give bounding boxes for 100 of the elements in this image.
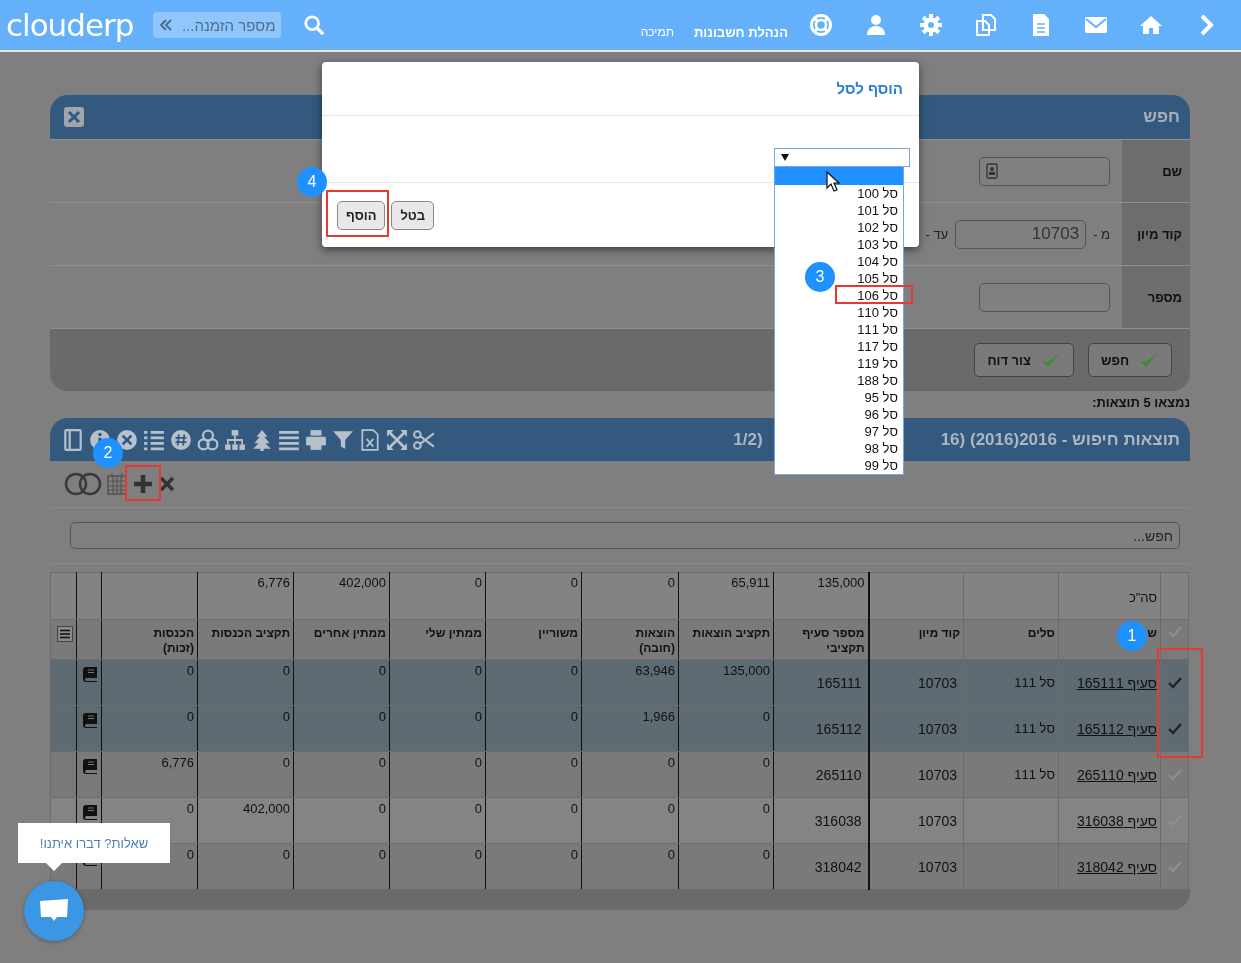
table-cell: 135,000 — [723, 663, 770, 678]
table-cell: 0 — [474, 755, 482, 770]
column-header: ש — [1147, 626, 1157, 640]
total-value: 0 — [667, 575, 675, 590]
chat-tooltip[interactable]: שאלות? דברו איתנו! — [18, 823, 170, 863]
table-cell: 10703 — [918, 674, 957, 691]
dropdown-option[interactable]: סל 105 — [857, 271, 898, 286]
column-header: מספר סעיף תקציבי — [802, 626, 865, 655]
table-cell: 0 — [282, 755, 290, 770]
dropdown-option[interactable]: סל 96 — [864, 407, 898, 422]
field-label: שם — [1122, 140, 1190, 202]
dropdown-option[interactable]: סל 98 — [864, 441, 898, 456]
action-button[interactable]: חפש — [1087, 343, 1172, 377]
field-label: קוד מיון — [1122, 203, 1190, 265]
dialog-button[interactable]: בטל — [391, 200, 435, 230]
table-cell: 0 — [762, 709, 770, 724]
column-header: הכנסות (זכות) — [153, 626, 194, 655]
dropdown-option[interactable]: סל 100 — [857, 186, 898, 201]
table-cell: 10703 — [918, 858, 957, 875]
totals-label: סה"כ — [1128, 589, 1157, 605]
table-cell: 0 — [186, 663, 194, 678]
column-header: ממתין שלי — [425, 626, 482, 640]
table-cell: 402,000 — [243, 801, 290, 816]
table-cell: 0 — [570, 709, 578, 724]
table-cell: 0 — [378, 663, 386, 678]
table-cell: 0 — [762, 847, 770, 862]
panel-title: תוצאות חיפוש - 2016(2016) (16 — [940, 429, 1180, 450]
dropdown-option[interactable]: סל 103 — [857, 237, 898, 252]
table-cell: 0 — [282, 709, 290, 724]
table-cell: סל 111 — [1014, 721, 1055, 736]
column-header: תקציב הוצאות — [692, 626, 770, 640]
table-cell: 0 — [378, 801, 386, 816]
dialog-button[interactable]: הוסף — [337, 200, 386, 230]
column-header: משוריין — [538, 626, 578, 640]
table-cell: 0 — [667, 755, 675, 770]
table-cell: 0 — [474, 663, 482, 678]
table-cell: 0 — [282, 847, 290, 862]
table-cell: 0 — [762, 755, 770, 770]
table-cell: 6,776 — [161, 755, 194, 770]
field-label: מספר — [1122, 266, 1190, 328]
column-header: ממתין אחרים — [313, 626, 386, 640]
table-cell: 265110 — [815, 766, 862, 783]
total-value: 0 — [570, 575, 578, 590]
range-label: מ - — [1093, 226, 1110, 242]
dropdown-option[interactable]: סל 110 — [857, 305, 898, 320]
table-cell: 0 — [570, 663, 578, 678]
table-cell: 165112 — [815, 720, 862, 737]
dropdown-option[interactable]: סל 95 — [864, 390, 898, 405]
order-search-field[interactable]: מספר הזמנה... — [153, 12, 282, 38]
column-header: הוצאות (חובה) — [635, 626, 675, 655]
dropdown-option[interactable]: סל 119 — [857, 356, 898, 371]
total-value: 0 — [474, 575, 482, 590]
table-cell: 0 — [378, 755, 386, 770]
dropdown-option[interactable]: סל 102 — [857, 220, 898, 235]
search-field[interactable]: חפש... — [70, 522, 1180, 549]
table-cell: 0 — [667, 847, 675, 862]
total-value: 65,911 — [731, 575, 770, 590]
dropdown-option[interactable]: סל 106 — [857, 288, 898, 303]
table-cell: 0 — [570, 755, 578, 770]
dropdown-option[interactable]: סל 111 — [857, 322, 898, 337]
panel-title: חפש — [1143, 107, 1180, 127]
dropdown-option[interactable]: סל 104 — [857, 254, 898, 269]
table-cell: 0 — [282, 663, 290, 678]
table-cell: 10703 — [918, 812, 957, 829]
table-cell: 63,946 — [635, 663, 675, 678]
results-count: נמצאו 5 תוצאות: — [1092, 395, 1190, 410]
table-cell: 0 — [762, 801, 770, 816]
dropdown-option[interactable]: סל 101 — [857, 203, 898, 218]
table-cell: סל 111 — [1014, 767, 1055, 782]
table-cell: 0 — [474, 847, 482, 862]
table-cell: 1,966 — [642, 709, 675, 724]
table-cell: 0 — [186, 801, 194, 816]
total-value: 135,000 — [817, 575, 865, 590]
table-cell: סל 111 — [1014, 675, 1055, 690]
table-cell: 316038 — [814, 812, 862, 829]
dropdown-option[interactable]: סל 188 — [857, 373, 898, 388]
table-cell: 0 — [570, 847, 578, 862]
total-value: 402,000 — [339, 575, 386, 590]
column-header: קוד מיון — [918, 626, 960, 640]
table-cell: 0 — [186, 709, 194, 724]
dropdown-option[interactable]: סל 117 — [857, 339, 898, 354]
table-cell: 0 — [378, 847, 386, 862]
table-cell: 0 — [570, 801, 578, 816]
total-value: 6,776 — [257, 575, 290, 590]
table-cell: 0 — [667, 801, 675, 816]
table-cell: 0 — [474, 801, 482, 816]
page-indicator: (1/2 — [733, 429, 763, 450]
dropdown-option[interactable]: סל 97 — [864, 424, 898, 439]
table-cell: 0 — [474, 709, 482, 724]
table-cell: 0 — [378, 709, 386, 724]
table-cell: 10703 — [918, 720, 957, 737]
column-header: סלים — [1027, 626, 1055, 640]
table-cell: 0 — [186, 847, 194, 862]
column-header: תקציב הכנסות — [211, 626, 290, 640]
table-cell: 10703 — [918, 766, 957, 783]
range-label: עד - — [925, 226, 949, 242]
table-cell: 318042 — [814, 858, 862, 875]
action-button[interactable]: צור דוח — [974, 343, 1074, 377]
dropdown-option[interactable]: סל 99 — [864, 458, 898, 473]
table-cell: 165111 — [816, 674, 862, 691]
